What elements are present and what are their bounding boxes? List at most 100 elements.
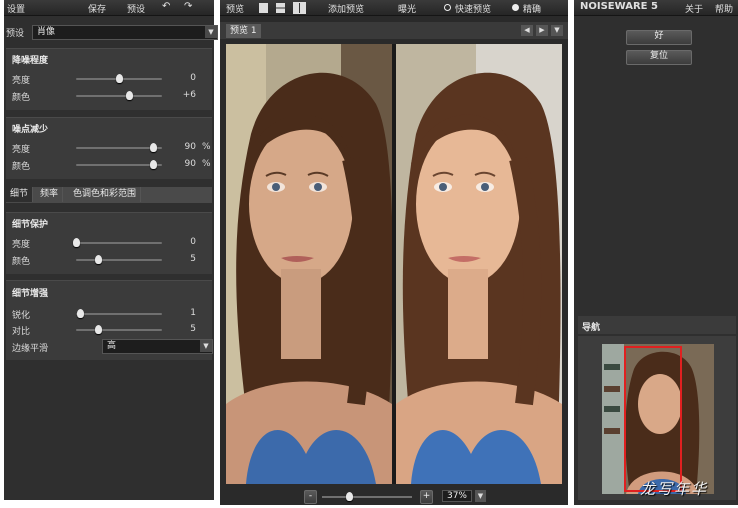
precise-radio[interactable] <box>512 4 519 11</box>
right-panel: NOISEWARE 5 关于 帮助 好 复位 导航 <box>574 0 738 505</box>
navigator-header: 导航 <box>578 316 736 334</box>
navigator-thumbnail[interactable] <box>602 344 714 494</box>
noise-reduction-section: 噪点减少 亮度 90 % 颜色 90 % <box>6 117 212 179</box>
slider-label: 锐化 <box>12 311 31 321</box>
tab-detail[interactable]: 细节 <box>6 187 34 202</box>
preset-value: 肖像 <box>37 27 56 37</box>
slider-label: 颜色 <box>12 93 31 103</box>
navigator-view-box[interactable] <box>624 346 682 492</box>
slider-label: 对比 <box>12 327 31 337</box>
slider-track[interactable] <box>76 309 162 318</box>
brand-logo: NOISEWARE 5 <box>580 1 658 12</box>
section-title: 降噪程度 <box>12 56 49 66</box>
noise-level-section: 降噪程度 亮度 0 颜色 +6 <box>6 48 212 110</box>
slider-handle[interactable] <box>94 325 102 334</box>
slider-value: 0 <box>190 73 196 83</box>
slider-value: 0 <box>190 237 196 247</box>
preview-label: 预览 <box>226 5 245 15</box>
edge-smooth-label: 边缘平滑 <box>12 344 49 354</box>
add-preview-button[interactable]: 添加预览 <box>328 2 364 15</box>
preview-after-image <box>396 44 562 484</box>
slider-label: 亮度 <box>12 76 31 86</box>
left-panel: 设置 保存 预设 ↶ ↷ 预设 肖像 ▼ 降噪程度 亮度 0 颜色 +6 噪点减… <box>4 0 218 500</box>
undo-icon[interactable]: ↶ <box>162 1 170 12</box>
zoom-bar: - + 37% ▼ <box>220 488 568 505</box>
zoom-value[interactable]: 37% <box>442 490 472 502</box>
about-button[interactable]: 关于 <box>685 2 703 15</box>
chevron-down-icon: ▼ <box>200 340 212 352</box>
help-button[interactable]: 帮助 <box>715 2 733 15</box>
precise-label: 精确 <box>523 5 542 15</box>
preview-before-image <box>226 44 392 484</box>
ok-button[interactable]: 好 <box>626 30 692 45</box>
reset-button[interactable]: 复位 <box>626 50 692 65</box>
slider-label: 亮度 <box>12 145 31 155</box>
slider-unit: % <box>202 159 211 169</box>
tab-color-range[interactable]: 色调色和彩范围 <box>69 187 142 202</box>
slider-value: 90 <box>184 142 196 152</box>
slider-handle[interactable] <box>73 238 80 247</box>
preset-select[interactable]: 肖像 ▼ <box>32 25 218 40</box>
zoom-in-button[interactable]: + <box>420 490 433 504</box>
navigator-panel <box>578 336 736 500</box>
slider-label: 亮度 <box>12 240 31 250</box>
next-icon[interactable]: ▶ <box>536 25 548 36</box>
preset-label: 预设 <box>6 29 25 39</box>
slider-handle[interactable] <box>126 91 134 100</box>
redo-icon[interactable]: ↷ <box>184 1 192 12</box>
zoom-slider[interactable] <box>322 492 412 501</box>
edge-smooth-select[interactable]: 高 ▼ <box>102 339 213 354</box>
slider-handle[interactable] <box>94 255 102 264</box>
edge-smooth-value: 高 <box>107 341 117 351</box>
slider-handle[interactable] <box>150 143 158 152</box>
slider-label: 颜色 <box>12 162 31 172</box>
settings-label: 设置 <box>7 5 26 15</box>
center-toolbar: 预览 添加预览 曝光 快速预览 精确 <box>220 0 568 16</box>
slider-label: 颜色 <box>12 257 31 267</box>
detail-enhance-section: 细节增强 锐化 1 对比 5 边缘平滑 高 ▼ <box>6 280 213 360</box>
portrait-after <box>396 44 562 484</box>
zoom-menu-icon[interactable]: ▼ <box>475 490 486 502</box>
slider-track[interactable] <box>76 160 162 169</box>
slider-unit: % <box>202 142 211 152</box>
tab-menu-icon[interactable]: ▼ <box>551 25 563 36</box>
preset-button[interactable]: 预设 <box>127 2 145 15</box>
slider-track[interactable] <box>73 238 162 247</box>
left-toolbar: 设置 保存 预设 ↶ ↷ <box>4 0 214 16</box>
section-title: 噪点减少 <box>12 125 49 135</box>
section-title: 细节增强 <box>12 289 49 299</box>
slider-track[interactable] <box>76 325 162 334</box>
detail-protection-section: 细节保护 亮度 0 颜色 5 <box>6 212 212 274</box>
slider-value: 1 <box>190 308 196 318</box>
slider-value: +6 <box>182 90 196 100</box>
chevron-down-icon: ▼ <box>205 26 217 38</box>
fast-preview-label: 快速预览 <box>455 5 492 15</box>
zoom-slider-handle[interactable] <box>346 492 353 501</box>
slider-value: 5 <box>190 324 196 334</box>
preview-tab-bar: 预览 1 ◀ ▶ ▼ <box>220 22 568 39</box>
save-button[interactable]: 保存 <box>88 2 106 15</box>
split-horizontal-icon[interactable] <box>276 3 285 13</box>
slider-handle[interactable] <box>116 74 123 83</box>
navigator-label: 导航 <box>582 323 601 333</box>
center-pane: 预览 添加预览 曝光 快速预览 精确 预览 1 ◀ ▶ ▼ - + 37% ▼ <box>220 0 568 505</box>
slider-track[interactable] <box>76 74 162 83</box>
fast-preview-radio[interactable] <box>444 4 451 11</box>
slider-track[interactable] <box>76 255 162 264</box>
slider-track[interactable] <box>76 91 162 100</box>
preview-tab[interactable]: 预览 1 <box>226 24 261 38</box>
tab-frequency[interactable]: 频率 <box>36 187 64 202</box>
slider-handle[interactable] <box>77 309 85 318</box>
slider-value: 5 <box>190 254 196 264</box>
section-title: 细节保护 <box>12 220 49 230</box>
zoom-out-button[interactable]: - <box>304 490 317 504</box>
split-vertical-icon[interactable] <box>293 2 306 14</box>
slider-handle[interactable] <box>150 160 158 169</box>
prev-icon[interactable]: ◀ <box>521 25 533 36</box>
exposure-button[interactable]: 曝光 <box>398 2 416 15</box>
right-toolbar: NOISEWARE 5 关于 帮助 <box>574 0 738 16</box>
watermark: 龙写年华 <box>640 480 709 498</box>
single-view-icon[interactable] <box>259 3 268 13</box>
slider-track[interactable] <box>76 143 162 152</box>
preset-row: 预设 肖像 ▼ <box>4 24 218 40</box>
